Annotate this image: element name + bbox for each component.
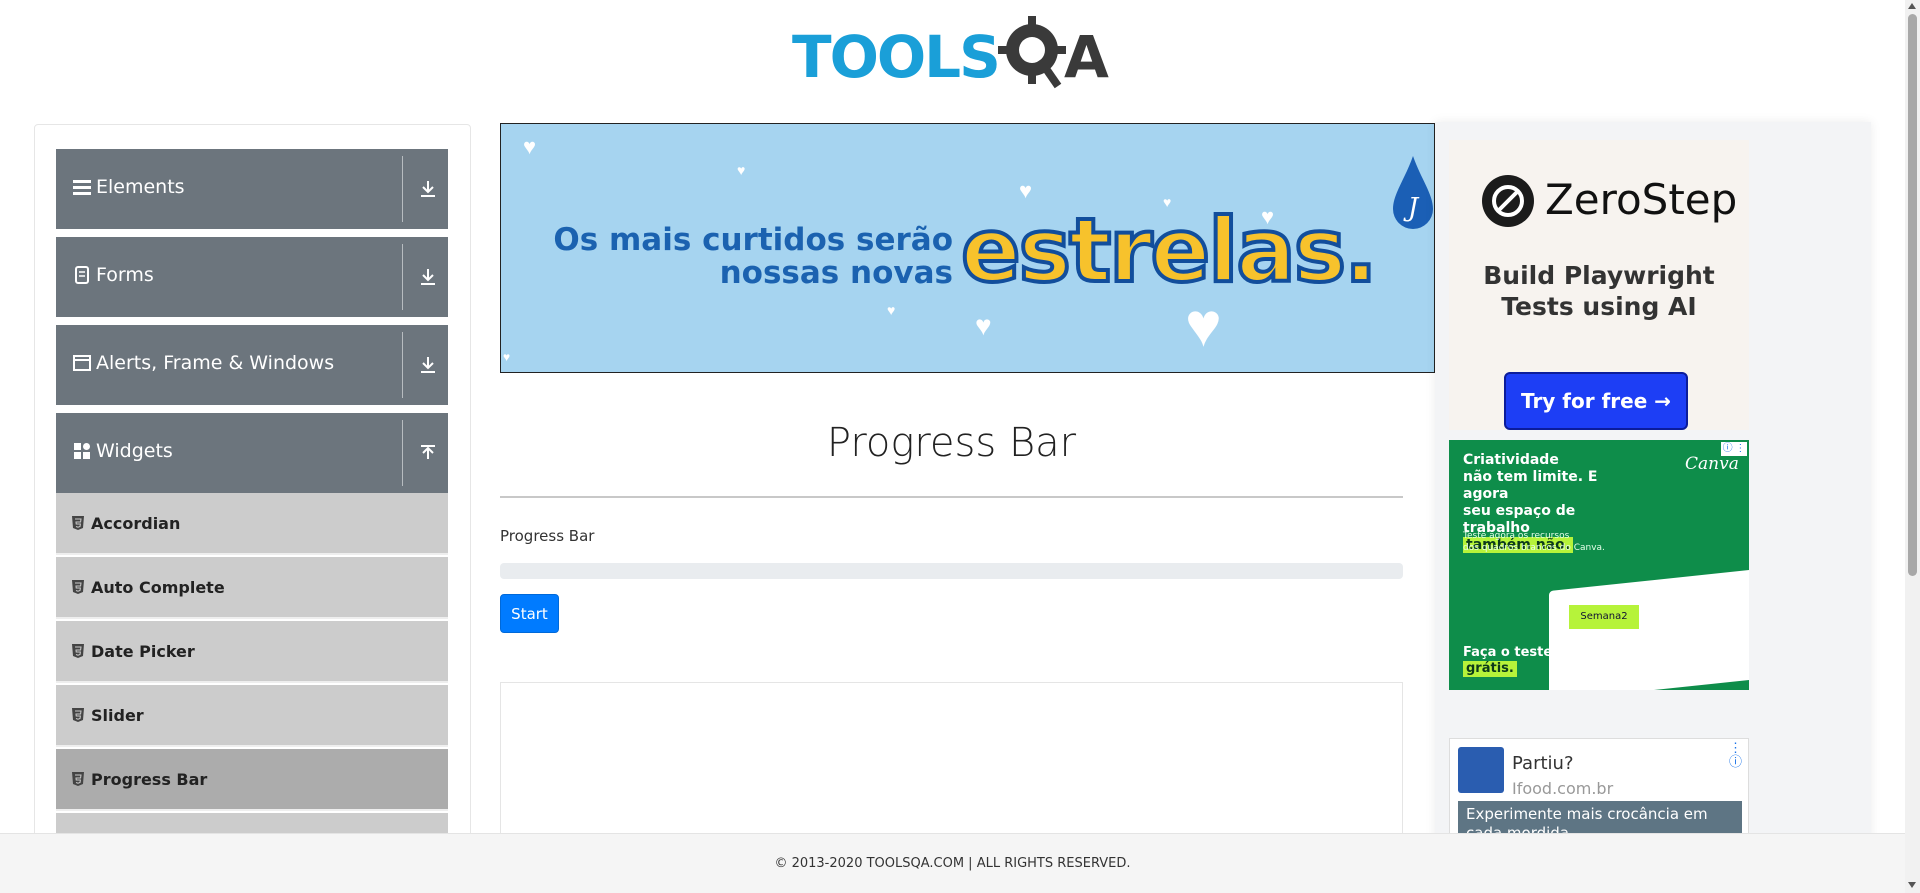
grid-icon: [74, 443, 90, 459]
svg-text:A: A: [1064, 23, 1109, 91]
header: TOOLS A: [0, 0, 1900, 110]
group-forms[interactable]: Forms: [56, 237, 448, 317]
gear-icon: [998, 16, 1066, 89]
heart-icon: ♥: [737, 162, 746, 178]
ifood-logo-icon: [1458, 747, 1504, 793]
group-widgets[interactable]: Widgets: [56, 413, 448, 493]
try-for-free-button[interactable]: Try for free →: [1504, 372, 1688, 430]
divider: [402, 156, 403, 222]
canva-ad[interactable]: ⓘ ⋮ Criatividade não tem limite. E agora…: [1449, 440, 1749, 690]
banner-big-word: estrelas.: [959, 197, 1380, 304]
page-title: Progress Bar: [826, 420, 1077, 466]
divider: [402, 244, 403, 310]
html5-icon: [72, 708, 84, 722]
scroll-down-icon[interactable]: [1908, 882, 1916, 888]
heart-icon: ♥: [975, 310, 992, 341]
html5-icon: [72, 580, 84, 594]
zerostep-ad[interactable]: ZeroStep Build Playwright Tests using AI…: [1449, 140, 1749, 430]
sidebar-item-slider[interactable]: Slider: [56, 685, 448, 747]
canva-line: não tem limite. E agora: [1463, 469, 1598, 502]
canva-line: Criatividade: [1463, 452, 1559, 468]
divider: [402, 332, 403, 398]
sidebar-item-label: Slider: [91, 706, 144, 725]
tagline-line: Tests using AI: [1501, 292, 1697, 321]
divider: [500, 496, 1403, 498]
scroll-up-icon[interactable]: [1908, 3, 1916, 9]
download-icon: [421, 269, 435, 285]
sidebar-item-label: Auto Complete: [91, 578, 225, 597]
menu-icon: [73, 180, 91, 195]
banner-headline: Os mais curtidos serão nossas novas: [553, 224, 953, 290]
sidebar-item-progress-bar[interactable]: Progress Bar: [56, 749, 448, 811]
whiteboard-illustration: [1549, 568, 1749, 690]
footer-text: © 2013-2020 TOOLSQA.COM | ALL RIGHTS RES…: [774, 856, 1131, 871]
html5-icon: [72, 516, 84, 530]
window-icon: [73, 355, 91, 371]
sidebar-item-accordian[interactable]: Accordian: [56, 493, 448, 555]
canva-cta: Faça o teste grátis.: [1463, 645, 1552, 677]
drop-logo-icon: J: [1393, 156, 1433, 229]
zerostep-tagline: Build Playwright Tests using AI: [1449, 260, 1749, 322]
heart-icon: ♥: [887, 302, 896, 318]
page: TOOLS A Elements Forms Alerts, Frame & W…: [0, 0, 1920, 893]
banner-ad[interactable]: ♥ ♥ ♥ ♥ ♥ ♥ ♥ ♥ ♥ Os mais curtidos serão…: [500, 123, 1435, 373]
canva-sub-line: Teste agora os recursos: [1463, 531, 1570, 541]
canva-cta-line: Faça o teste: [1463, 645, 1553, 660]
zerostep-name: ZeroStep: [1545, 175, 1738, 224]
left-panel: Elements Forms Alerts, Frame & Windows W…: [34, 124, 471, 884]
sidebar-item-label: Accordian: [91, 514, 181, 533]
canva-subtext: Teste agora os recursos dos quadros bran…: [1463, 530, 1623, 554]
group-label: Alerts, Frame & Windows: [96, 352, 335, 374]
svg-text:TOOLS: TOOLS: [792, 23, 999, 91]
divider: [402, 420, 403, 486]
html5-icon: [72, 644, 84, 658]
progress-bar: [500, 563, 1403, 579]
heart-icon: ♥: [523, 134, 537, 159]
ifood-title: Partiu?: [1512, 753, 1574, 774]
group-elements[interactable]: Elements: [56, 149, 448, 229]
group-label: Widgets: [96, 440, 173, 462]
banner-line: nossas novas: [719, 255, 953, 291]
banner-line: Os mais curtidos serão: [553, 222, 953, 258]
group-alerts-frame-windows[interactable]: Alerts, Frame & Windows: [56, 325, 448, 405]
canva-cta-line: grátis.: [1463, 661, 1517, 677]
sticky-note: Semana2: [1569, 605, 1639, 629]
sidebar-item-date-picker[interactable]: Date Picker: [56, 621, 448, 683]
group-label: Forms: [96, 264, 154, 286]
download-icon: [421, 181, 435, 197]
ad-info-icon[interactable]: ⋮ ⓘ: [1729, 741, 1742, 769]
canva-brand: Canva: [1685, 454, 1739, 474]
scrollbar-thumb[interactable]: [1908, 14, 1917, 576]
group-label: Elements: [96, 176, 185, 198]
heart-icon: ♥: [503, 350, 511, 364]
right-ad-column: ZeroStep Build Playwright Tests using AI…: [1435, 122, 1871, 892]
upload-icon: [421, 445, 435, 459]
zerostep-logo-icon: [1482, 175, 1534, 227]
tagline-line: Build Playwright: [1483, 261, 1715, 290]
progress-label: Progress Bar: [500, 527, 595, 545]
toolsqa-logo[interactable]: TOOLS A: [792, 14, 1118, 94]
footer: © 2013-2020 TOOLSQA.COM | ALL RIGHTS RES…: [0, 833, 1905, 893]
scrollbar[interactable]: [1905, 0, 1920, 893]
sidebar-item-auto-complete[interactable]: Auto Complete: [56, 557, 448, 619]
html5-icon: [72, 772, 84, 786]
ifood-domain: Ifood.com.br: [1512, 779, 1614, 798]
download-icon: [421, 357, 435, 373]
sidebar-item-label: Date Picker: [91, 642, 195, 661]
sidebar-item-label: Progress Bar: [91, 770, 208, 789]
canva-sub-line: dos quadros brancos do Canva.: [1463, 543, 1605, 553]
document-icon: [75, 266, 89, 284]
start-button[interactable]: Start: [500, 594, 559, 633]
